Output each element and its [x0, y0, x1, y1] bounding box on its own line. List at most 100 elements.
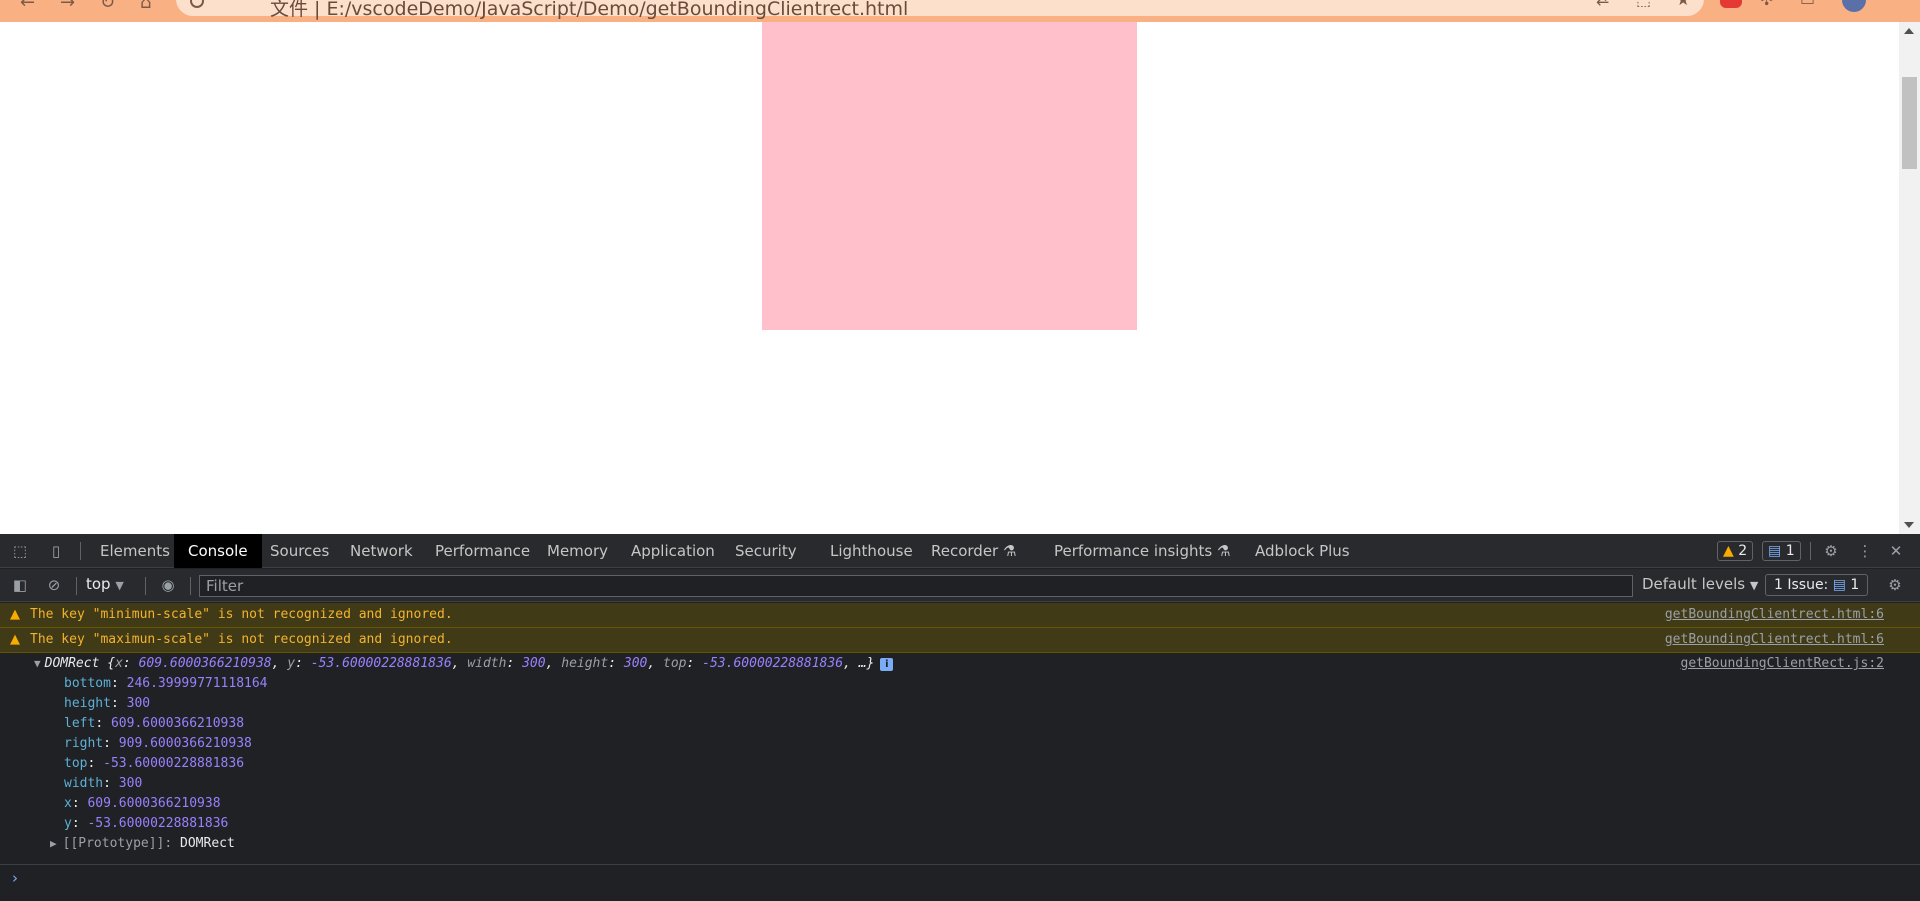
- page-viewport: [0, 22, 1920, 534]
- clear-console-icon[interactable]: ⊘: [44, 576, 64, 594]
- bookmark-star-icon[interactable]: ★: [1676, 0, 1690, 9]
- console-toolbar: ◧ ⊘ top ▼ ◉ Default levels ▼ 1 Issue: ▤ …: [0, 569, 1920, 602]
- console-warning-row: ▲ The key "minimun-scale" is not recogni…: [0, 603, 1920, 628]
- warning-message: The key "maximun-scale" is not recognize…: [30, 632, 453, 647]
- source-link[interactable]: getBoundingClientRect.js:2: [1681, 656, 1885, 671]
- expand-triangle-icon[interactable]: ▼: [34, 657, 41, 670]
- object-property: bottom: 246.39999771118164: [64, 676, 268, 691]
- source-link[interactable]: getBoundingClientrect.html:6: [1665, 603, 1884, 627]
- expand-triangle-icon[interactable]: ▶: [50, 837, 57, 850]
- domrect-summary[interactable]: ▼ DOMRect {x: 609.6000366210938, y: -53.6…: [34, 656, 894, 671]
- messages-count: 1: [1785, 543, 1795, 559]
- home-icon[interactable]: ⌂: [140, 0, 151, 13]
- issues-label: 1 Issue:: [1774, 577, 1829, 593]
- summary-height: 300: [623, 656, 648, 671]
- devtools-tabbar: ⬚ ▯ Elements Console Sources Network Per…: [0, 534, 1920, 568]
- tab-elements[interactable]: Elements: [86, 534, 184, 568]
- page-scrollbar[interactable]: [1899, 22, 1920, 534]
- warning-icon: ▲: [10, 607, 20, 622]
- side-panel-icon[interactable]: ▭: [1800, 0, 1815, 9]
- tab-sources[interactable]: Sources: [256, 534, 343, 568]
- warning-icon: ▲: [10, 632, 20, 647]
- tab-recorder[interactable]: Recorder ⚗: [917, 534, 1030, 568]
- property-key: width: [64, 776, 104, 791]
- console-prompt-icon[interactable]: ›: [12, 869, 18, 887]
- property-value: 609.6000366210938: [87, 796, 221, 811]
- property-key: x: [64, 796, 72, 811]
- tab-adblock-plus[interactable]: Adblock Plus: [1241, 534, 1364, 568]
- close-icon[interactable]: ✕: [1886, 542, 1906, 560]
- tab-performance[interactable]: Performance: [421, 534, 544, 568]
- summary-top: -53.60000228881836: [702, 656, 844, 671]
- property-value: 246.39999771118164: [126, 676, 268, 691]
- back-icon[interactable]: ←: [20, 0, 35, 13]
- context-selector[interactable]: top ▼: [86, 575, 124, 595]
- property-key: top: [64, 756, 88, 771]
- property-key: right: [64, 736, 104, 751]
- messages-badge[interactable]: ▤ 1: [1762, 541, 1801, 561]
- warnings-count: 2: [1738, 543, 1748, 559]
- inspect-element-icon[interactable]: ⬚: [10, 542, 30, 560]
- sidebar-toggle-icon[interactable]: ◧: [10, 576, 30, 594]
- flask-icon: ⚗: [1216, 542, 1231, 560]
- console-settings-gear-icon[interactable]: ⚙: [1885, 576, 1905, 594]
- log-levels-dropdown[interactable]: Default levels ▼: [1642, 575, 1758, 593]
- tab-lighthouse[interactable]: Lighthouse: [816, 534, 927, 568]
- log-levels-label: Default levels: [1642, 575, 1746, 593]
- tab-security[interactable]: Security: [721, 534, 811, 568]
- prototype-value: DOMRect: [180, 836, 235, 851]
- forward-icon[interactable]: →: [60, 0, 75, 13]
- source-link[interactable]: getBoundingClientrect.html:6: [1665, 628, 1884, 652]
- warnings-badge[interactable]: ▲ 2: [1717, 541, 1754, 561]
- gear-icon[interactable]: ⚙: [1821, 542, 1841, 560]
- property-value: 909.6000366210938: [118, 736, 252, 751]
- tab-memory[interactable]: Memory: [533, 534, 622, 568]
- scrollbar-thumb[interactable]: [1902, 77, 1917, 169]
- divider: [190, 577, 191, 595]
- more-options-icon[interactable]: ⋮: [1855, 542, 1875, 560]
- prototype-row[interactable]: ▶ [[Prototype]]: DOMRect: [50, 836, 235, 851]
- dropdown-arrow-icon: ▼: [1749, 579, 1759, 592]
- property-key: height: [64, 696, 111, 711]
- tab-application[interactable]: Application: [617, 534, 729, 568]
- info-icon[interactable]: i: [880, 658, 894, 671]
- tab-recorder-label: Recorder: [931, 542, 999, 560]
- prototype-label: [[Prototype]]: [62, 836, 165, 851]
- summary-width: 300: [522, 656, 546, 671]
- message-icon: ▤: [1832, 577, 1846, 593]
- property-value: -53.60000228881836: [87, 816, 229, 831]
- context-value: top: [86, 575, 111, 593]
- console-log-row: ▼ DOMRect {x: 609.6000366210938, y: -53.6…: [0, 653, 1920, 865]
- tab-performance-insights[interactable]: Performance insights ⚗: [1040, 534, 1244, 568]
- object-property: x: 609.6000366210938: [64, 796, 221, 811]
- translate-icon[interactable]: ⇄: [1596, 0, 1609, 9]
- reload-icon[interactable]: ↻: [100, 0, 115, 13]
- issues-count: 1: [1850, 577, 1860, 593]
- scroll-down-icon[interactable]: [1904, 522, 1914, 528]
- divider: [1810, 542, 1811, 560]
- issues-button[interactable]: 1 Issue: ▤ 1: [1765, 574, 1869, 596]
- property-key: left: [64, 716, 96, 731]
- extensions-puzzle-icon[interactable]: ✣: [1760, 0, 1773, 9]
- message-icon: ▤: [1768, 543, 1782, 559]
- object-class-name: DOMRect: [44, 656, 100, 671]
- devtools-panel: ⬚ ▯ Elements Console Sources Network Per…: [0, 534, 1920, 901]
- console-warning-row: ▲ The key "maximun-scale" is not recogni…: [0, 628, 1920, 653]
- share-icon[interactable]: ⬚: [1636, 0, 1651, 9]
- filter-input[interactable]: [199, 575, 1633, 597]
- live-expression-eye-icon[interactable]: ◉: [158, 576, 178, 594]
- extension-icon[interactable]: [1720, 0, 1742, 8]
- profile-avatar[interactable]: [1842, 0, 1866, 12]
- tab-console[interactable]: Console: [174, 534, 262, 568]
- property-value: 300: [126, 696, 151, 711]
- divider: [145, 577, 146, 595]
- address-bar-url[interactable]: 文件 | E:/vscodeDemo/JavaScript/Demo/getBo…: [270, 0, 908, 21]
- warning-icon: ▲: [1723, 543, 1734, 559]
- object-property: width: 300: [64, 776, 143, 791]
- property-value: -53.60000228881836: [103, 756, 245, 771]
- object-property: right: 909.6000366210938: [64, 736, 252, 751]
- pink-box: [762, 22, 1137, 330]
- device-toolbar-icon[interactable]: ▯: [46, 542, 66, 560]
- tab-network[interactable]: Network: [336, 534, 427, 568]
- scroll-up-icon[interactable]: [1904, 28, 1914, 34]
